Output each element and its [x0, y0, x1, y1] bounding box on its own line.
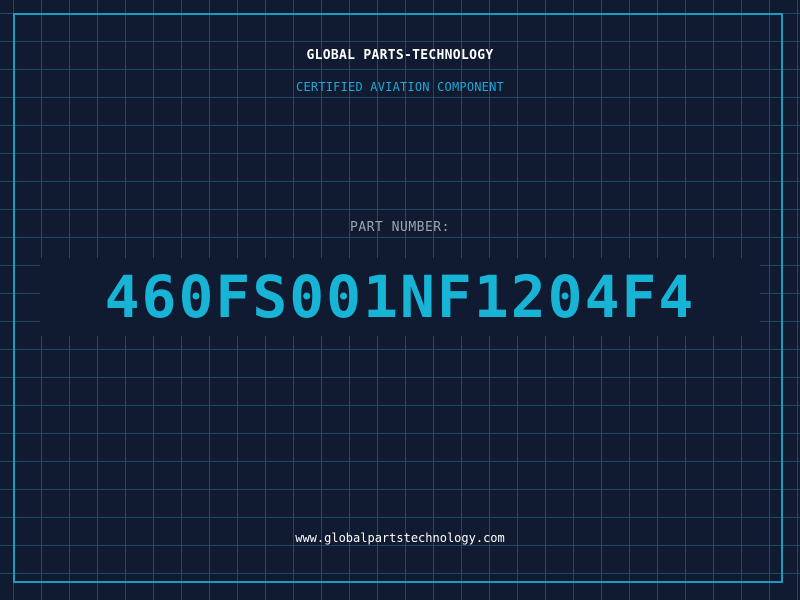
- website-url: www.globalpartstechnology.com: [295, 531, 505, 545]
- part-number-panel: 460FS001NF1204F4: [40, 258, 760, 336]
- part-number-value: 460FS001NF1204F4: [104, 263, 696, 331]
- company-name: GLOBAL PARTS-TECHNOLOGY: [306, 48, 494, 63]
- certification-subtitle: CERTIFIED AVIATION COMPONENT: [296, 80, 504, 94]
- part-number-label: PART NUMBER:: [350, 220, 450, 235]
